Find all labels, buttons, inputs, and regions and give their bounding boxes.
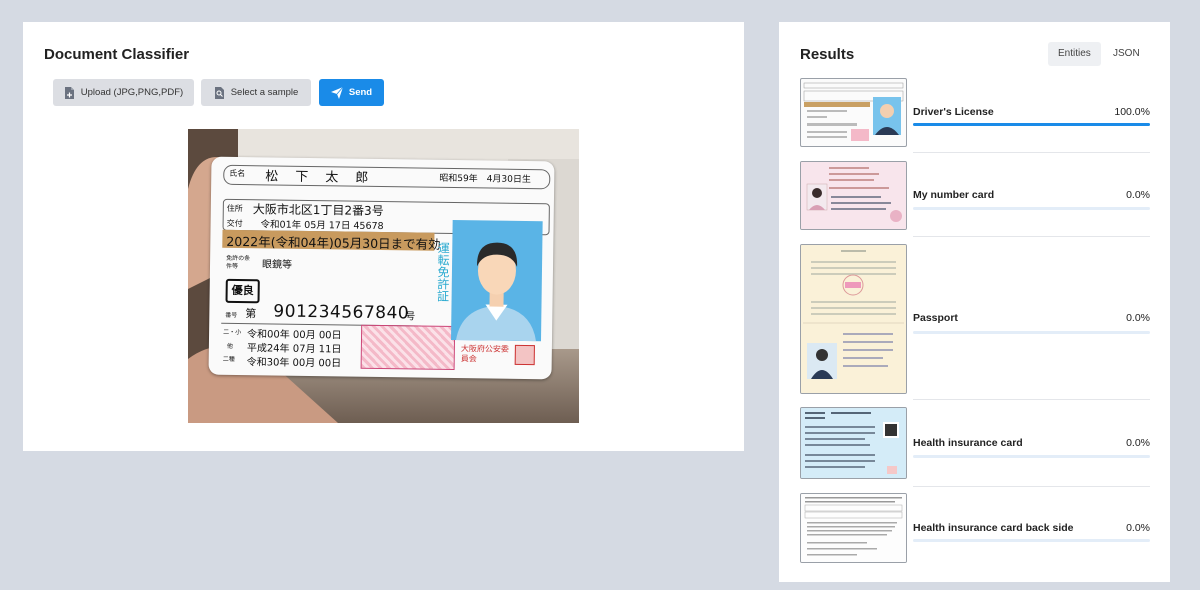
- birth-date: 昭和59年 4月30日生: [439, 173, 531, 186]
- holder-name: 松 下 太 郎: [265, 169, 371, 186]
- result-divider: [913, 486, 1150, 487]
- sample-search-icon: [214, 86, 225, 99]
- result-confidence-bar: [913, 455, 1150, 458]
- number-prefix: 第: [245, 307, 257, 321]
- select-sample-button[interactable]: Select a sample: [201, 79, 311, 106]
- results-panel: Results Entities JSON Driver's License 1…: [779, 22, 1170, 582]
- issue-label: 交付: [226, 218, 243, 229]
- issuer-seal-icon: [514, 344, 535, 366]
- status-badge: 優良: [225, 278, 260, 304]
- send-plane-icon: [330, 86, 343, 99]
- result-percent: 0.0%: [1126, 437, 1150, 449]
- name-label: 氏名: [229, 168, 246, 179]
- person-portrait-icon: [456, 242, 536, 342]
- result-divider: [913, 236, 1150, 237]
- result-divider: [913, 152, 1150, 153]
- issuer: 大阪府公安委員会: [460, 344, 509, 364]
- tab-json[interactable]: JSON: [1103, 42, 1150, 66]
- classifier-panel: Document Classifier Upload (JPG,PNG,PDF)…: [23, 22, 744, 451]
- result-confidence-fill: [913, 123, 1150, 126]
- tab-entities[interactable]: Entities: [1048, 42, 1101, 66]
- result-confidence-bar: [913, 539, 1150, 542]
- result-percent: 0.0%: [1126, 522, 1150, 534]
- license-card: 氏名 松 下 太 郎 昭和59年 4月30日生 住所 大阪市北区1丁目2番3号 …: [208, 156, 555, 380]
- category-grid: [360, 324, 456, 371]
- result-label: Passport: [913, 312, 958, 324]
- result-percent: 0.0%: [1126, 312, 1150, 324]
- result-confidence-bar: [913, 123, 1150, 126]
- drivers-license-thumbnail: [800, 78, 907, 147]
- upload-file-icon: [64, 86, 75, 99]
- result-label: Health insurance card: [913, 437, 1023, 449]
- health-insurance-card-thumbnail: [800, 407, 907, 479]
- input-document-image: 氏名 松 下 太 郎 昭和59年 4月30日生 住所 大阪市北区1丁目2番3号 …: [188, 129, 579, 423]
- license-vertical-title: 運転免許証: [435, 241, 451, 302]
- history-label-3: 二種: [222, 355, 235, 363]
- result-label: Health insurance card back side: [913, 522, 1074, 534]
- conditions: 眼鏡等: [261, 259, 293, 271]
- number-suffix: 号: [405, 311, 416, 323]
- result-percent: 100.0%: [1114, 106, 1150, 118]
- upload-button-label: Upload (JPG,PNG,PDF): [80, 87, 184, 98]
- select-sample-label: Select a sample: [230, 87, 299, 98]
- expiry-date: 2022年(令和04年)05月30日まで有効: [226, 233, 441, 252]
- result-divider: [913, 399, 1150, 400]
- license-photo: [451, 219, 543, 342]
- result-confidence-bar: [913, 331, 1150, 334]
- address-label: 住所: [226, 203, 243, 214]
- result-percent: 0.0%: [1126, 189, 1150, 201]
- health-insurance-back-thumbnail: [800, 493, 907, 563]
- passport-thumbnail: [800, 244, 907, 394]
- number-label: 番号: [225, 311, 238, 319]
- history-label-2: 他: [226, 342, 233, 350]
- result-label: Driver's License: [913, 106, 994, 118]
- result-label: My number card: [913, 189, 995, 201]
- history-date-3: 令和30年 00月 00日: [246, 357, 342, 370]
- license-number: 901234567840: [273, 301, 410, 324]
- send-button-label: Send: [348, 87, 373, 98]
- history-label-1: 二・小: [223, 328, 242, 337]
- upload-button[interactable]: Upload (JPG,PNG,PDF): [53, 79, 194, 106]
- send-button[interactable]: Send: [319, 79, 384, 106]
- results-title: Results: [800, 46, 855, 63]
- conditions-label: 免許の条件等: [225, 254, 251, 270]
- classifier-title: Document Classifier: [44, 46, 190, 63]
- my-number-card-thumbnail: [800, 161, 907, 230]
- result-confidence-bar: [913, 207, 1150, 210]
